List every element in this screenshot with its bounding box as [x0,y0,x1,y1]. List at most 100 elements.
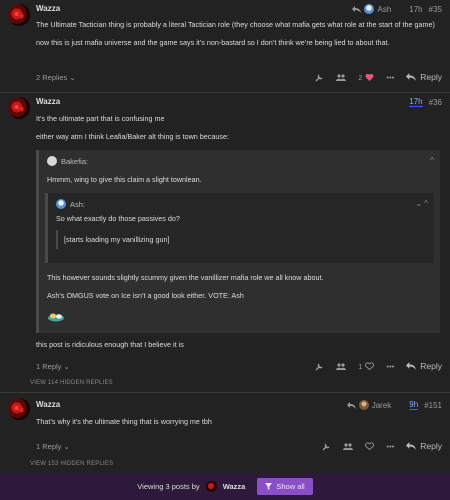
replies-toggle[interactable]: 2 Replies ⌄ [36,73,315,82]
post-body: The Ultimate Tactician thing is probably… [36,20,440,56]
footer-avatar [205,481,217,492]
reply-button[interactable]: Reply [406,361,442,371]
like-button[interactable]: 1 [358,361,375,371]
show-all-button[interactable]: Show all [257,478,313,495]
heart-outline-icon [365,362,375,370]
post-151: Wazza Jarek 9h #151 That’s why it’s the … [0,394,450,458]
view-hidden-replies[interactable]: VIEW 153 HIDDEN REPLIES [0,461,450,471]
view-hidden-replies[interactable]: VIEW 114 HIDDEN REPLIES [0,380,450,390]
post-body: this post is ridiculous enough that I be… [36,340,440,358]
quote-text: Ash’s OMGUS vote on Ice isn’t a good loo… [47,291,244,300]
quote-text: Hmmm, wing to give this claim a slight t… [47,175,202,184]
filter-icon [265,483,273,490]
action-icons: 1 ••• Reply [315,361,442,371]
more-icon[interactable]: ••• [386,73,394,82]
post-username[interactable]: Wazza [36,400,60,409]
viewing-label: Viewing 3 posts by [137,482,200,491]
post-number[interactable]: #151 [424,401,442,410]
like-button[interactable] [365,442,375,450]
avatar[interactable] [8,398,30,420]
post-meta: Jarek 9h #151 [346,400,442,410]
reply-to-link[interactable]: Jarek [346,400,392,410]
reply-to-username: Jarek [371,400,392,410]
quote-ash: Ash: ⌄ ^ So what exactly do those passiv… [45,193,434,263]
chevron-down-icon: ⌄ [63,441,70,451]
replies-count: 1 Reply [36,361,62,371]
footer-username: Wazza [222,482,246,491]
reply-button[interactable]: Reply [406,72,442,82]
reply-to-avatar [364,4,375,14]
post-paragraph: That’s why it’s the ultimate thing that … [36,417,212,426]
replies-count: 2 Replies [36,72,68,82]
post-paragraph: It’s the ultimate part that is confusing… [36,114,165,123]
quote-avatar [56,199,66,209]
post-divider [0,392,450,393]
replies-toggle[interactable]: 1 Reply ⌄ [36,442,322,451]
reply-label: Reply [420,441,442,451]
heart-outline-icon [365,442,375,450]
quote-bakefia: Bakefia: ^ Hmmm, wing to give this claim… [36,150,440,333]
quote-author[interactable]: Bakefia: [61,157,88,166]
post-actions: 2 Replies ⌄ 2 ••• Reply [36,70,442,84]
post-paragraph: this post is ridiculous enough that I be… [36,340,184,349]
people-icon[interactable] [336,73,347,82]
reply-to-avatar [358,400,369,410]
reply-label: Reply [420,72,442,82]
post-body: That’s why it’s the ultimate thing that … [36,417,440,435]
filter-footer: Viewing 3 posts by Wazza Show all [0,473,450,500]
quote-text: This however sounds slightly scummy give… [47,273,324,282]
reply-icon [406,362,417,370]
more-icon[interactable]: ••• [386,362,394,371]
like-count: 2 [358,72,363,82]
heart-icon [365,73,374,81]
people-icon[interactable] [336,362,347,371]
quote-header: Ash: [56,199,85,209]
post-meta: 17h #36 [409,97,442,107]
reply-arrow-icon [352,5,362,13]
post-time[interactable]: 9h [409,400,419,410]
quote-author[interactable]: Ash: [70,200,85,209]
post-number[interactable]: #35 [429,5,442,14]
avatar[interactable] [8,4,30,26]
quote-header: Bakefia: [47,156,88,166]
avatar[interactable] [8,97,30,119]
post-meta: Ash 17h #35 [352,4,442,14]
replies-count: 1 Reply [36,441,62,451]
post-username[interactable]: Wazza [36,97,60,106]
post-time[interactable]: 17h [409,5,422,14]
action-icons: 2 ••• Reply [315,72,442,82]
quote-expand-controls[interactable]: ⌄ ^ [415,199,428,208]
post-paragraph: The Ultimate Tactician thing is probably… [36,20,435,29]
chevron-down-icon: ⌄ [69,72,76,82]
wrench-icon[interactable] [315,73,324,82]
action-icons: ••• Reply [322,441,442,451]
post-time[interactable]: 17h [409,97,423,107]
people-icon[interactable] [343,442,354,451]
reply-label: Reply [420,361,442,371]
reply-to-username: Ash [377,4,392,14]
blockquote-text: [starts loading my vanillizing gun] [64,235,170,244]
show-all-label: Show all [276,482,305,491]
post-number[interactable]: #36 [429,98,442,107]
reply-to-link[interactable]: Ash [352,4,391,14]
replies-toggle[interactable]: 1 Reply ⌄ [36,362,315,371]
post-actions: 1 Reply ⌄ ••• Reply [36,439,442,453]
post-username[interactable]: Wazza [36,4,60,13]
post-actions: 1 Reply ⌄ 1 ••• Reply [36,359,442,373]
emoji-image [47,312,65,322]
post-35: Wazza Ash 17h #35 The Ultimate Tactician… [0,0,450,92]
quote-text: So what exactly do those passives do? [56,214,180,223]
post-36: Wazza 17h #36 It’s the ultimate part tha… [0,93,450,376]
wrench-icon[interactable] [315,362,324,371]
quote-avatar [47,156,57,166]
post-paragraph: now this is just mafia universe and the … [36,38,390,47]
like-count: 1 [358,361,363,371]
reply-button[interactable]: Reply [406,441,442,451]
wrench-icon[interactable] [322,442,331,451]
like-button[interactable]: 2 [358,73,374,82]
chevron-up-icon[interactable]: ^ [430,156,434,165]
more-icon[interactable]: ••• [386,442,394,451]
chevron-down-icon: ⌄ [63,361,70,371]
post-paragraph: either way atm I think Leafia/Baker alt … [36,132,229,141]
reply-icon [406,442,417,450]
